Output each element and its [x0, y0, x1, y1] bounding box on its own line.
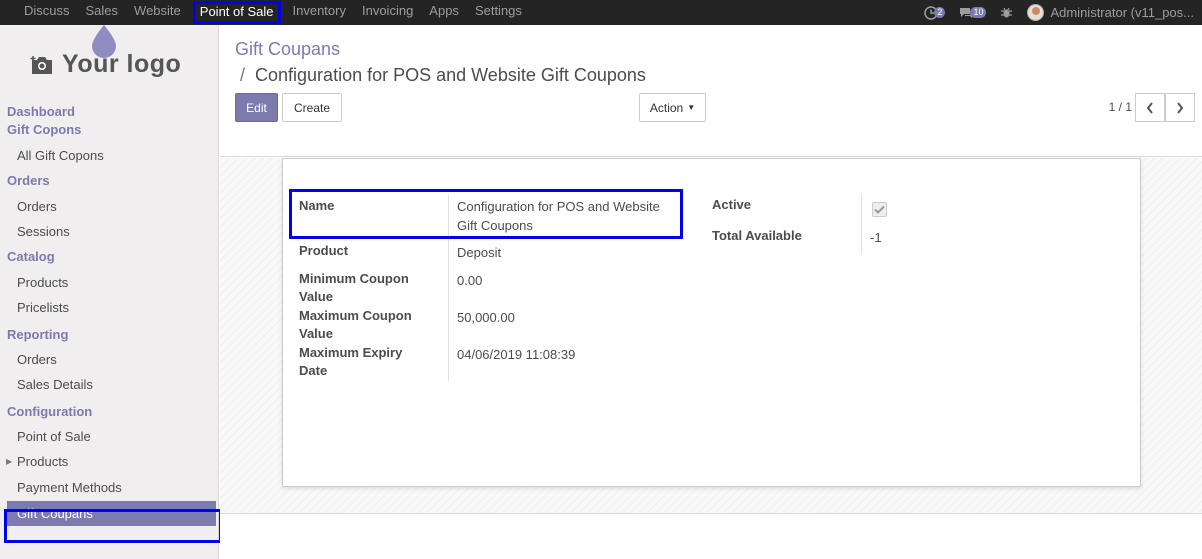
bug-icon — [1001, 7, 1013, 18]
field-total-available-value[interactable]: -1 — [870, 228, 882, 247]
sidebar-item-gift-coupans[interactable]: Gift Coupans — [7, 501, 216, 526]
form-view: Name Configuration for POS and Website G… — [220, 158, 1202, 513]
activity-button[interactable]: 2 — [924, 5, 946, 20]
field-min-value[interactable]: 0.00 — [457, 271, 482, 290]
field-name-label: Name — [299, 198, 335, 213]
caret-right-icon: ▶ — [6, 457, 13, 466]
nav-sales[interactable]: Sales — [78, 0, 127, 25]
pager-next-button[interactable] — [1165, 93, 1195, 122]
app-menu: Discuss Sales Website Point of Sale Inve… — [0, 0, 530, 25]
sidebar-item-orders[interactable]: Orders — [0, 194, 219, 219]
debug-button[interactable] — [1000, 6, 1013, 19]
section-configuration: Configuration — [7, 404, 93, 419]
pager-previous-button[interactable] — [1135, 93, 1165, 122]
sidebar-item-all-gift-copons[interactable]: All Gift Copons — [0, 143, 219, 168]
column-divider — [448, 195, 449, 381]
sidebar-item-point-of-sale[interactable]: Point of Sale — [0, 424, 219, 449]
sidebar: Your logo Dashboard Gift Copons All Gift… — [0, 25, 222, 559]
logo-text: Your logo — [62, 50, 182, 78]
sidebar-item-products[interactable]: Products — [0, 270, 219, 295]
section-gift-copons: Gift Copons — [7, 122, 82, 137]
section-orders: Orders — [7, 173, 50, 188]
user-name: Administrator (v11_pos... — [1050, 5, 1194, 20]
user-menu[interactable]: Administrator (v11_pos... — [1027, 4, 1194, 21]
action-dropdown[interactable]: Action ▼ — [639, 93, 706, 122]
camera-icon — [30, 55, 52, 74]
checkmark-icon — [874, 205, 885, 214]
avatar — [1027, 4, 1045, 21]
section-catalog: Catalog — [7, 249, 55, 264]
active-checkbox[interactable] — [872, 202, 887, 217]
field-max-value[interactable]: 50,000.00 — [457, 308, 515, 327]
nav-invoicing[interactable]: Invoicing — [354, 0, 421, 25]
activity-badge: 2 — [934, 7, 946, 18]
messages-button[interactable]: 10 — [959, 6, 987, 19]
field-product-value[interactable]: Deposit — [457, 243, 501, 262]
field-max-value-label: Maximum Coupon Value — [299, 308, 412, 341]
edit-button[interactable]: Edit — [235, 93, 278, 122]
sidebar-item-pricelists[interactable]: Pricelists — [0, 295, 219, 320]
nav-point-of-sale[interactable]: Point of Sale — [192, 1, 281, 24]
caret-down-icon: ▼ — [687, 103, 696, 112]
chevron-left-icon — [1146, 101, 1153, 114]
nav-discuss[interactable]: Discuss — [0, 0, 78, 25]
breadcrumb-parent[interactable]: Gift Coupans — [235, 39, 340, 60]
menu-dashboard[interactable]: Dashboard — [0, 103, 219, 121]
field-total-available-label: Total Available — [712, 228, 802, 243]
top-navbar: Discuss Sales Website Point of Sale Inve… — [0, 0, 1202, 25]
page-title: Configuration for POS and Website Gift C… — [255, 65, 646, 85]
sidebar-item-sessions[interactable]: Sessions — [0, 219, 219, 244]
action-label: Action — [649, 100, 684, 115]
company-logo: Your logo — [0, 25, 218, 97]
create-button[interactable]: Create — [282, 93, 342, 122]
footer-area — [220, 513, 1202, 559]
nav-inventory[interactable]: Inventory — [285, 0, 354, 25]
field-active-label: Active — [712, 197, 752, 212]
messages-badge: 10 — [970, 7, 987, 18]
form-sheet: Name Configuration for POS and Website G… — [282, 158, 1141, 487]
control-panel: Gift Coupans / Configuration for POS and … — [220, 25, 1202, 157]
field-product-label: Product — [299, 243, 349, 258]
sidebar-item-payment-methods[interactable]: Payment Methods — [0, 475, 219, 500]
nav-website[interactable]: Website — [126, 0, 189, 25]
sidebar-item-report-orders[interactable]: Orders — [0, 347, 219, 372]
column-divider — [861, 194, 862, 254]
field-expiry-value[interactable]: 04/06/2019 11:08:39 — [457, 345, 575, 364]
section-reporting: Reporting — [7, 327, 69, 342]
sidebar-item-config-products[interactable]: ▶ Products — [0, 449, 219, 474]
chevron-right-icon — [1177, 101, 1184, 114]
sidebar-item-label: Products — [17, 454, 69, 469]
sidebar-item-sales-details[interactable]: Sales Details — [0, 372, 219, 397]
nav-settings[interactable]: Settings — [467, 0, 530, 25]
nav-apps[interactable]: Apps — [421, 0, 467, 25]
pager-value[interactable]: 1 / 1 — [1109, 100, 1132, 114]
field-name-value[interactable]: Configuration for POS and Website Gift C… — [457, 197, 660, 235]
breadcrumb: / Configuration for POS and Website Gift … — [240, 65, 646, 85]
field-min-value-label: Minimum Coupon Value — [299, 271, 409, 304]
field-expiry-label: Maximum Expiry Date — [299, 345, 403, 378]
